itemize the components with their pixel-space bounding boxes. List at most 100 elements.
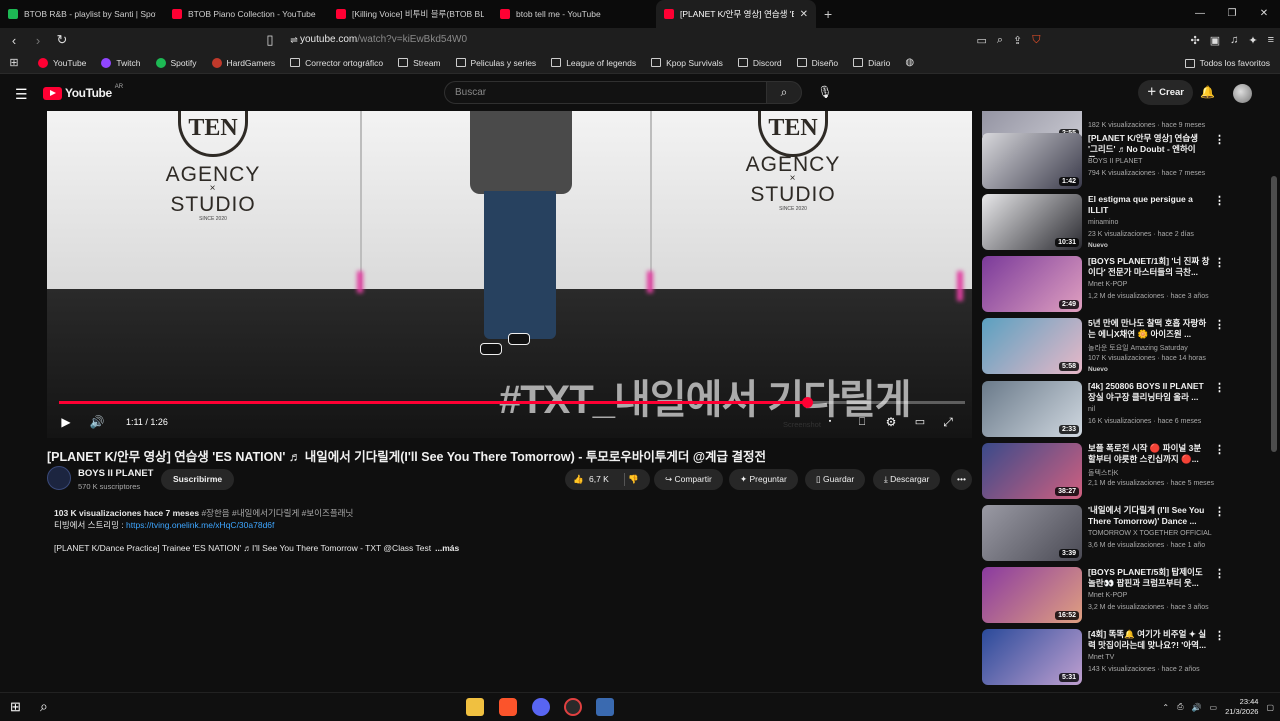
close-window-button[interactable]: ✕ — [1248, 0, 1280, 28]
browser-tab[interactable]: [PLANET K/안무 영상] 연습생 'ES ✕ — [656, 0, 816, 28]
video-options-icon[interactable]: ⋮ — [1214, 381, 1225, 394]
like-count[interactable]: 6,7 K — [589, 469, 609, 490]
minimize-button[interactable]: — — [1184, 0, 1216, 28]
screenshot-icon[interactable]: ▪ — [825, 411, 835, 433]
video-title[interactable]: 보플 폭로전 시작 🔴 파이널 3분 할부터 야릇한 스킨십까지 🔴... — [1088, 443, 1210, 465]
share-button[interactable]: ↪ Compartir — [654, 469, 723, 490]
notification-center-icon[interactable]: ▢ — [1266, 703, 1274, 712]
app-icon[interactable] — [596, 698, 614, 716]
video-options-icon[interactable]: ⋮ — [1214, 505, 1225, 518]
video-options-icon[interactable]: ⋮ — [1214, 629, 1225, 642]
video-thumbnail[interactable]: 1:42 — [982, 133, 1082, 189]
subtitles-icon[interactable]: ⎕ — [851, 411, 873, 433]
speaker-icon[interactable]: 🔊 — [1192, 703, 1202, 712]
browser-tab[interactable]: BTOB R&B - playlist by Santi | Spotify — [0, 0, 164, 28]
forward-icon[interactable]: › — [28, 33, 48, 48]
apps-grid-icon[interactable]: ⊞ — [4, 56, 24, 69]
recommended-video[interactable]: 5:58 5년 만에 만나도 찰떡 호흡 자랑하는 에니X채연 🌼 아이즈원 ..… — [982, 318, 1270, 376]
fullscreen-icon[interactable]: ⤢ — [937, 411, 959, 433]
description-box[interactable]: 103 K visualizaciones hace 7 meses #장한음 … — [47, 502, 972, 562]
recommended-video[interactable]: 5:31 [4회] 똑똑🔔 여기가 비주얼 ✦ 실력 맛집이라는데 맞나요?! '… — [982, 629, 1270, 687]
show-more-link[interactable]: ...más — [435, 543, 459, 553]
search-input[interactable]: Buscar — [444, 81, 767, 104]
ask-button[interactable]: ✦ Preguntar — [729, 469, 798, 490]
create-button[interactable]: ＋ Crear — [1138, 80, 1193, 105]
video-thumbnail[interactable]: 3:39 — [982, 505, 1082, 561]
recommended-video[interactable]: 16:52 [BOYS PLANET/5회] 탑제이도 놀란👀 팝핀과 크럼프부터… — [982, 567, 1270, 625]
account-avatar[interactable] — [1233, 84, 1252, 103]
recommended-video[interactable]: 2:49 [BOYS PLANET/1회] '너 진짜 창이다' 전문가 마스터들… — [982, 256, 1270, 314]
video-options-icon[interactable]: ⋮ — [1214, 256, 1225, 269]
video-thumbnail[interactable]: 10:31 — [982, 194, 1082, 250]
video-player[interactable]: TEN AGENCY × STUDIO SINCE 2020 TEN AGENC… — [47, 111, 972, 438]
video-title[interactable]: 5년 만에 만나도 찰떡 호흡 자랑하는 에니X채연 🌼 아이즈원 ... — [1088, 318, 1210, 340]
restore-button[interactable]: ❐ — [1216, 0, 1248, 28]
all-bookmarks[interactable]: Todos los favoritos — [1184, 52, 1270, 74]
menu-icon[interactable]: ☰ — [15, 86, 28, 103]
browser-tab[interactable]: BTOB Piano Collection - YouTube — [164, 0, 328, 28]
bookmark-item[interactable]: Kpop Survivals — [651, 58, 723, 68]
video-thumbnail[interactable]: 5:31 — [982, 629, 1082, 685]
recommended-video[interactable]: 2:33 [4k] 250806 BOYS II PLANET 장실 야구장 클리… — [982, 381, 1270, 439]
bookmark-item[interactable]: Spotify — [155, 57, 197, 68]
network-icon[interactable]: ⎙ — [1177, 702, 1183, 712]
dislike-icon[interactable]: 👎 — [628, 469, 639, 490]
channel-name[interactable]: BOYS II PLANET — [78, 468, 153, 479]
media-icon[interactable]: ♫ — [1230, 34, 1238, 46]
video-thumbnail[interactable]: 2:33 — [982, 381, 1082, 437]
browser-tab[interactable]: btob tell me - YouTube — [492, 0, 656, 28]
video-thumbnail[interactable]: 5:58 — [982, 318, 1082, 374]
video-options-icon[interactable]: ⋮ — [1214, 194, 1225, 207]
video-thumbnail[interactable]: 38:27 — [982, 443, 1082, 499]
voice-search-icon[interactable]: 🎙 — [812, 81, 838, 104]
search-button[interactable]: ⌕ — [766, 81, 802, 104]
zoom-icon[interactable]: ⌕ — [997, 34, 1003, 47]
taskbar-search-icon[interactable]: ⌕ — [40, 698, 48, 715]
bookmark-item[interactable]: Corrector ortográfico — [290, 58, 383, 68]
bookmark-item[interactable]: Diario — [853, 58, 890, 68]
ai-icon[interactable]: ✦ — [1248, 34, 1257, 47]
file-explorer-icon[interactable] — [466, 698, 484, 716]
new-tab-button[interactable]: + — [824, 6, 832, 22]
recommended-video[interactable]: 1:42 [PLANET K/안무 영상] 연습생 '그리드' ♬No Doubt… — [982, 133, 1270, 191]
battery-icon[interactable]: ▭ — [1210, 703, 1218, 712]
play-icon[interactable]: ▶ — [57, 411, 75, 433]
brave-shield-icon[interactable]: ⛉ — [1032, 34, 1040, 47]
video-title[interactable]: [4k] 250806 BOYS II PLANET 장실 야구장 클리닝타임 … — [1088, 381, 1210, 403]
windows-start-icon[interactable]: ⊞ — [10, 699, 21, 715]
video-title[interactable]: [BOYS PLANET/1회] '너 진짜 창이다' 전문가 마스터들의 극찬… — [1088, 256, 1210, 278]
cast-icon[interactable]: ▭ — [976, 34, 986, 47]
tab-close-icon[interactable]: ✕ — [800, 9, 808, 20]
stream-link[interactable]: https://tving.onelink.me/xHqC/30a78d6f — [126, 520, 274, 530]
video-options-icon[interactable]: ⋮ — [1214, 443, 1225, 456]
browser-menu-icon[interactable]: ≡ — [1268, 34, 1274, 46]
sidebar-icon[interactable]: ▣ — [1210, 34, 1220, 47]
extensions-icon[interactable]: ✣ — [1190, 34, 1199, 47]
video-title[interactable]: [PLANET K/안무 영상] 연습생 '그리드' ♬No Doubt - 엔… — [1088, 133, 1210, 157]
bookmark-item[interactable]: YouTube — [38, 57, 86, 68]
notifications-icon[interactable]: 🔔 — [1200, 85, 1215, 99]
video-title[interactable]: '내일에서 기다릴게 (I'll See You There Tomorrow)… — [1088, 505, 1210, 527]
tray-chevron-icon[interactable]: ⌃ — [1162, 703, 1169, 712]
like-icon[interactable]: 👍 — [573, 469, 584, 490]
globe-icon[interactable]: ◍ — [905, 57, 914, 68]
recommended-video[interactable]: 38:27 보플 폭로전 시작 🔴 파이널 3분 할부터 야릇한 스킨십까지 🔴.… — [982, 443, 1270, 501]
page-scrollbar[interactable] — [1271, 176, 1277, 452]
browser-tab[interactable]: [Killing Voice] 비투비 블루(BTOB BLU — [328, 0, 492, 28]
video-thumbnail[interactable]: 16:52 — [982, 567, 1082, 623]
subscribe-button[interactable]: Suscribirme — [161, 469, 235, 490]
bookmark-item[interactable]: Peliculas y series — [455, 58, 536, 68]
download-button[interactable]: ⤓ Descargar — [873, 469, 941, 490]
back-icon[interactable]: ‹ — [4, 33, 24, 48]
settings-icon[interactable]: ⚙ — [880, 411, 902, 433]
bookmark-item[interactable]: League of legends — [551, 58, 636, 68]
share-icon[interactable]: ⇪ — [1013, 34, 1022, 47]
save-button[interactable]: ▯ Guardar — [805, 469, 866, 490]
more-actions-icon[interactable]: ••• — [951, 469, 972, 490]
youtube-logo[interactable]: YouTube AR — [43, 84, 123, 100]
recommended-video[interactable]: 3:39 '내일에서 기다릴게 (I'll See You There Tomor… — [982, 505, 1270, 563]
reload-icon[interactable]: ↻ — [52, 32, 72, 48]
bookmark-item[interactable]: Diseño — [796, 58, 838, 68]
brave-browser-icon[interactable] — [499, 698, 517, 716]
recommended-video[interactable]: 10:31 El estigma que persigue a ILLIT mina… — [982, 194, 1270, 252]
